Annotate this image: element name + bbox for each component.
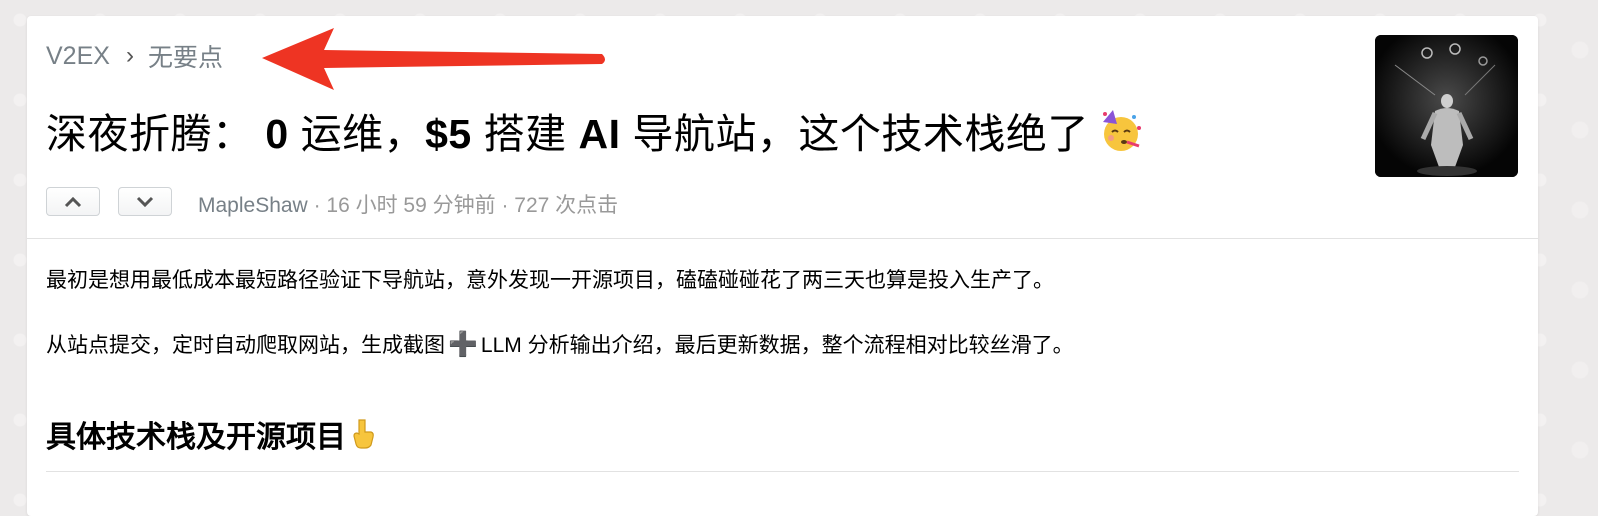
topic-content: 最初是想用最低成本最短路径验证下导航站，意外发现一开源项目，磕磕碰碰花了两三天也…: [27, 239, 1538, 472]
title-text: 导航站，这个技术栈绝了: [620, 111, 1089, 157]
content-text: LLM 分析输出介绍，最后更新数据，整个流程相对比较丝滑了。: [480, 334, 1074, 357]
title-text: AI: [578, 111, 621, 157]
downvote-button[interactable]: [118, 187, 172, 216]
breadcrumb-node-link[interactable]: 无要点: [148, 38, 223, 74]
avatar-image: [1375, 35, 1518, 177]
content-paragraph: 从站点提交，定时自动爬取网站，生成截图 ➕ LLM 分析输出介绍，最后更新数据，整个…: [46, 327, 1519, 364]
partying-face-emoji-icon: [1102, 110, 1141, 151]
avatar[interactable]: [1375, 35, 1518, 177]
title-text: 运维，: [288, 111, 426, 157]
title-text: 深夜折腾：: [46, 111, 266, 157]
annotation-arrow-icon: [262, 28, 605, 90]
point-down-emoji-icon: [353, 419, 374, 449]
breadcrumb-home-link[interactable]: V2EX: [46, 42, 110, 71]
chevron-down-icon: [136, 196, 154, 207]
vote-controls: [46, 187, 172, 216]
section-heading: 具体技术栈及开源项目: [46, 412, 1519, 472]
title-text: 0: [265, 111, 289, 157]
plus-icon: ➕: [448, 331, 478, 358]
title-text: 搭建: [471, 111, 579, 157]
topic-meta: MapleShaw · 16 小时 59 分钟前 · 727 次点击: [198, 189, 618, 219]
chevron-up-icon: [64, 196, 82, 207]
topic-title: 深夜折腾： 0 运维，$5 搭建 AI 导航站，这个技术栈绝了: [46, 100, 1143, 160]
topic-box: V2EX › 无要点 深夜折腾： 0 运维，$5 搭建 AI 导航站，这个技术栈…: [27, 16, 1538, 516]
author-link[interactable]: MapleShaw: [198, 194, 308, 217]
upvote-button[interactable]: [46, 187, 100, 216]
title-text: $5: [425, 111, 472, 157]
breadcrumb-separator: ›: [125, 42, 134, 69]
content-text: 从站点提交，定时自动爬取网站，生成截图: [46, 334, 445, 357]
breadcrumb: V2EX › 无要点: [46, 38, 223, 74]
content-paragraph: 最初是想用最低成本最短路径验证下导航站，意外发现一开源项目，磕磕碰碰花了两三天也…: [46, 269, 1054, 292]
section-heading-text: 具体技术栈及开源项目: [46, 421, 346, 454]
meta-text: · 16 小时 59 分钟前 · 727 次点击: [307, 194, 619, 217]
topic-header: V2EX › 无要点 深夜折腾： 0 运维，$5 搭建 AI 导航站，这个技术栈…: [27, 16, 1538, 239]
